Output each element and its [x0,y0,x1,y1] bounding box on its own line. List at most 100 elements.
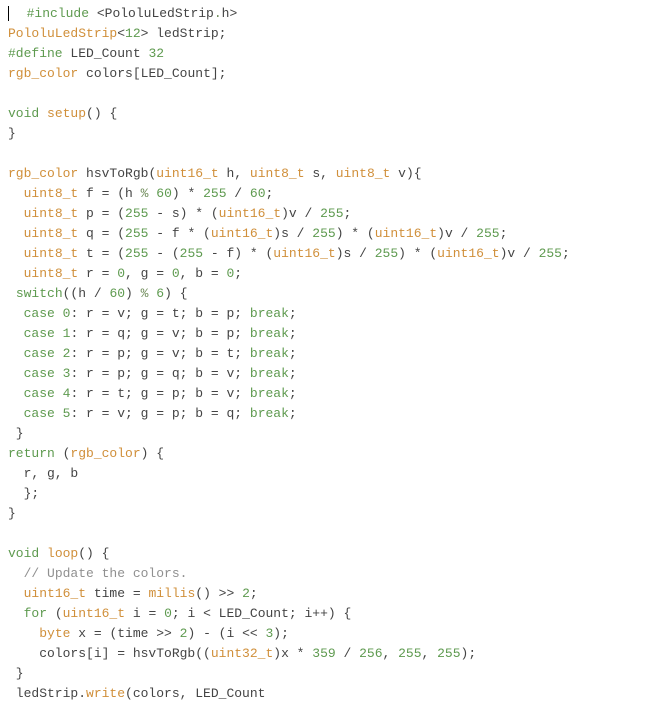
token-num: 255 [476,226,499,241]
token-op: . [214,6,222,21]
token-type: uint8_t [24,246,79,261]
token-plain: ) * ( [398,246,437,261]
token-plain: } [8,506,16,521]
code-line[interactable] [8,144,649,164]
token-plain: p = ( [78,206,125,221]
code-line[interactable]: colors[i] = hsvToRgb((uint32_t)x * 359 /… [8,644,649,664]
token-plain [8,406,24,421]
token-plain: ); [461,646,477,661]
code-line[interactable]: uint8_t q = (255 - f * (uint16_t)s / 255… [8,224,649,244]
token-num: 256 [359,646,382,661]
code-line[interactable]: } [8,124,649,144]
token-plain [8,286,16,301]
token-plain: ) { [164,286,187,301]
token-num: 60 [250,186,266,201]
token-num: 6 [156,286,164,301]
code-line[interactable]: #define LED_Count 32 [8,44,649,64]
token-comment: // Update the colors. [24,566,188,581]
code-line[interactable] [8,524,649,544]
code-line[interactable] [8,84,649,104]
code-editor[interactable]: #include <PololuLedStrip.h>PololuLedStri… [0,0,657,708]
code-line[interactable]: case 3: r = p; g = q; b = v; break; [8,364,649,384]
token-plain [8,266,24,281]
token-plain: ) * ( [336,226,375,241]
token-plain: - ( [148,246,179,261]
token-keyword: break [250,326,289,341]
token-plain: , [422,646,438,661]
code-line[interactable]: switch((h / 60) % 6) { [8,284,649,304]
token-plain: r, g, b [8,466,78,481]
token-num: 255 [398,646,421,661]
token-plain: ; [289,326,297,341]
token-num: 255 [375,246,398,261]
token-plain [78,66,86,81]
code-line[interactable]: return (rgb_color) { [8,444,649,464]
code-line[interactable]: case 2: r = p; g = v; b = t; break; [8,344,649,364]
token-keyword: #include [27,6,89,21]
token-plain [8,186,24,201]
token-num: 255 [203,186,226,201]
code-line[interactable]: for (uint16_t i = 0; i < LED_Count; i++)… [8,604,649,624]
code-line[interactable]: case 5: r = v; g = p; b = q; break; [8,404,649,424]
token-plain: ) { [141,446,164,461]
code-line[interactable]: uint8_t t = (255 - (255 - f) * (uint16_t… [8,244,649,264]
token-keyword: for [24,606,47,621]
token-type: uint8_t [24,206,79,221]
token-plain: > [141,26,157,41]
code-line[interactable]: }; [8,484,649,504]
code-line[interactable]: void setup() { [8,104,649,124]
token-type: uint16_t [273,246,335,261]
code-line[interactable]: // Update the colors. [8,564,649,584]
code-line[interactable]: } [8,664,649,684]
code-line[interactable]: case 0: r = v; g = t; b = p; break; [8,304,649,324]
token-plain [78,166,86,181]
code-line[interactable]: rgb_color hsvToRgb(uint16_t h, uint8_t s… [8,164,649,184]
token-plain: ]; [211,66,227,81]
code-line[interactable]: } [8,504,649,524]
token-plain: : r = p; g = q; b = v; [70,366,249,381]
token-type: uint16_t [375,226,437,241]
token-plain [11,6,27,21]
code-line[interactable]: PololuLedStrip<12> ledStrip; [8,24,649,44]
code-line[interactable]: uint8_t f = (h % 60) * 255 / 60; [8,184,649,204]
code-line[interactable]: } [8,424,649,444]
token-plain: [ [133,66,141,81]
token-plain: q = ( [78,226,125,241]
token-ident: hsvToRgb [86,166,148,181]
code-line[interactable]: #include <PololuLedStrip.h> [8,4,649,24]
token-type: rgb_color [8,66,78,81]
text-cursor [8,6,9,21]
token-keyword: switch [16,286,63,301]
token-num: 255 [539,246,562,261]
code-line[interactable]: case 4: r = t; g = p; b = v; break; [8,384,649,404]
code-line[interactable]: case 1: r = q; g = v; b = p; break; [8,324,649,344]
token-plain: : r = q; g = v; b = p; [70,326,249,341]
token-type: byte [39,626,70,641]
token-plain: ; i < LED_Count; i++) { [172,606,351,621]
token-plain [8,366,24,381]
code-line[interactable]: uint8_t p = (255 - s) * (uint16_t)v / 25… [8,204,649,224]
code-line[interactable]: ledStrip.write(colors, LED_Count [8,684,649,704]
token-plain: : r = v; g = t; b = p; [70,306,249,321]
token-type: uint16_t [437,246,499,261]
token-plain: , [383,646,399,661]
token-plain: () { [86,106,117,121]
token-plain: )s / [273,226,312,241]
token-plain [55,386,63,401]
code-line[interactable]: uint8_t r = 0, g = 0, b = 0; [8,264,649,284]
token-plain: time = [86,586,148,601]
code-line[interactable]: byte x = (time >> 2) - (i << 3); [8,624,649,644]
token-plain [55,326,63,341]
token-keyword: case [24,306,55,321]
code-line[interactable]: void loop() { [8,544,649,564]
token-num: 12 [125,26,141,41]
token-type: rgb_color [8,166,78,181]
token-plain: ; [234,266,242,281]
code-line[interactable]: rgb_color colors[LED_Count]; [8,64,649,84]
code-line[interactable]: uint16_t time = millis() >> 2; [8,584,649,604]
token-plain [8,566,24,581]
token-plain [55,306,63,321]
token-plain [8,206,24,221]
token-keyword: case [24,326,55,341]
code-line[interactable]: r, g, b [8,464,649,484]
